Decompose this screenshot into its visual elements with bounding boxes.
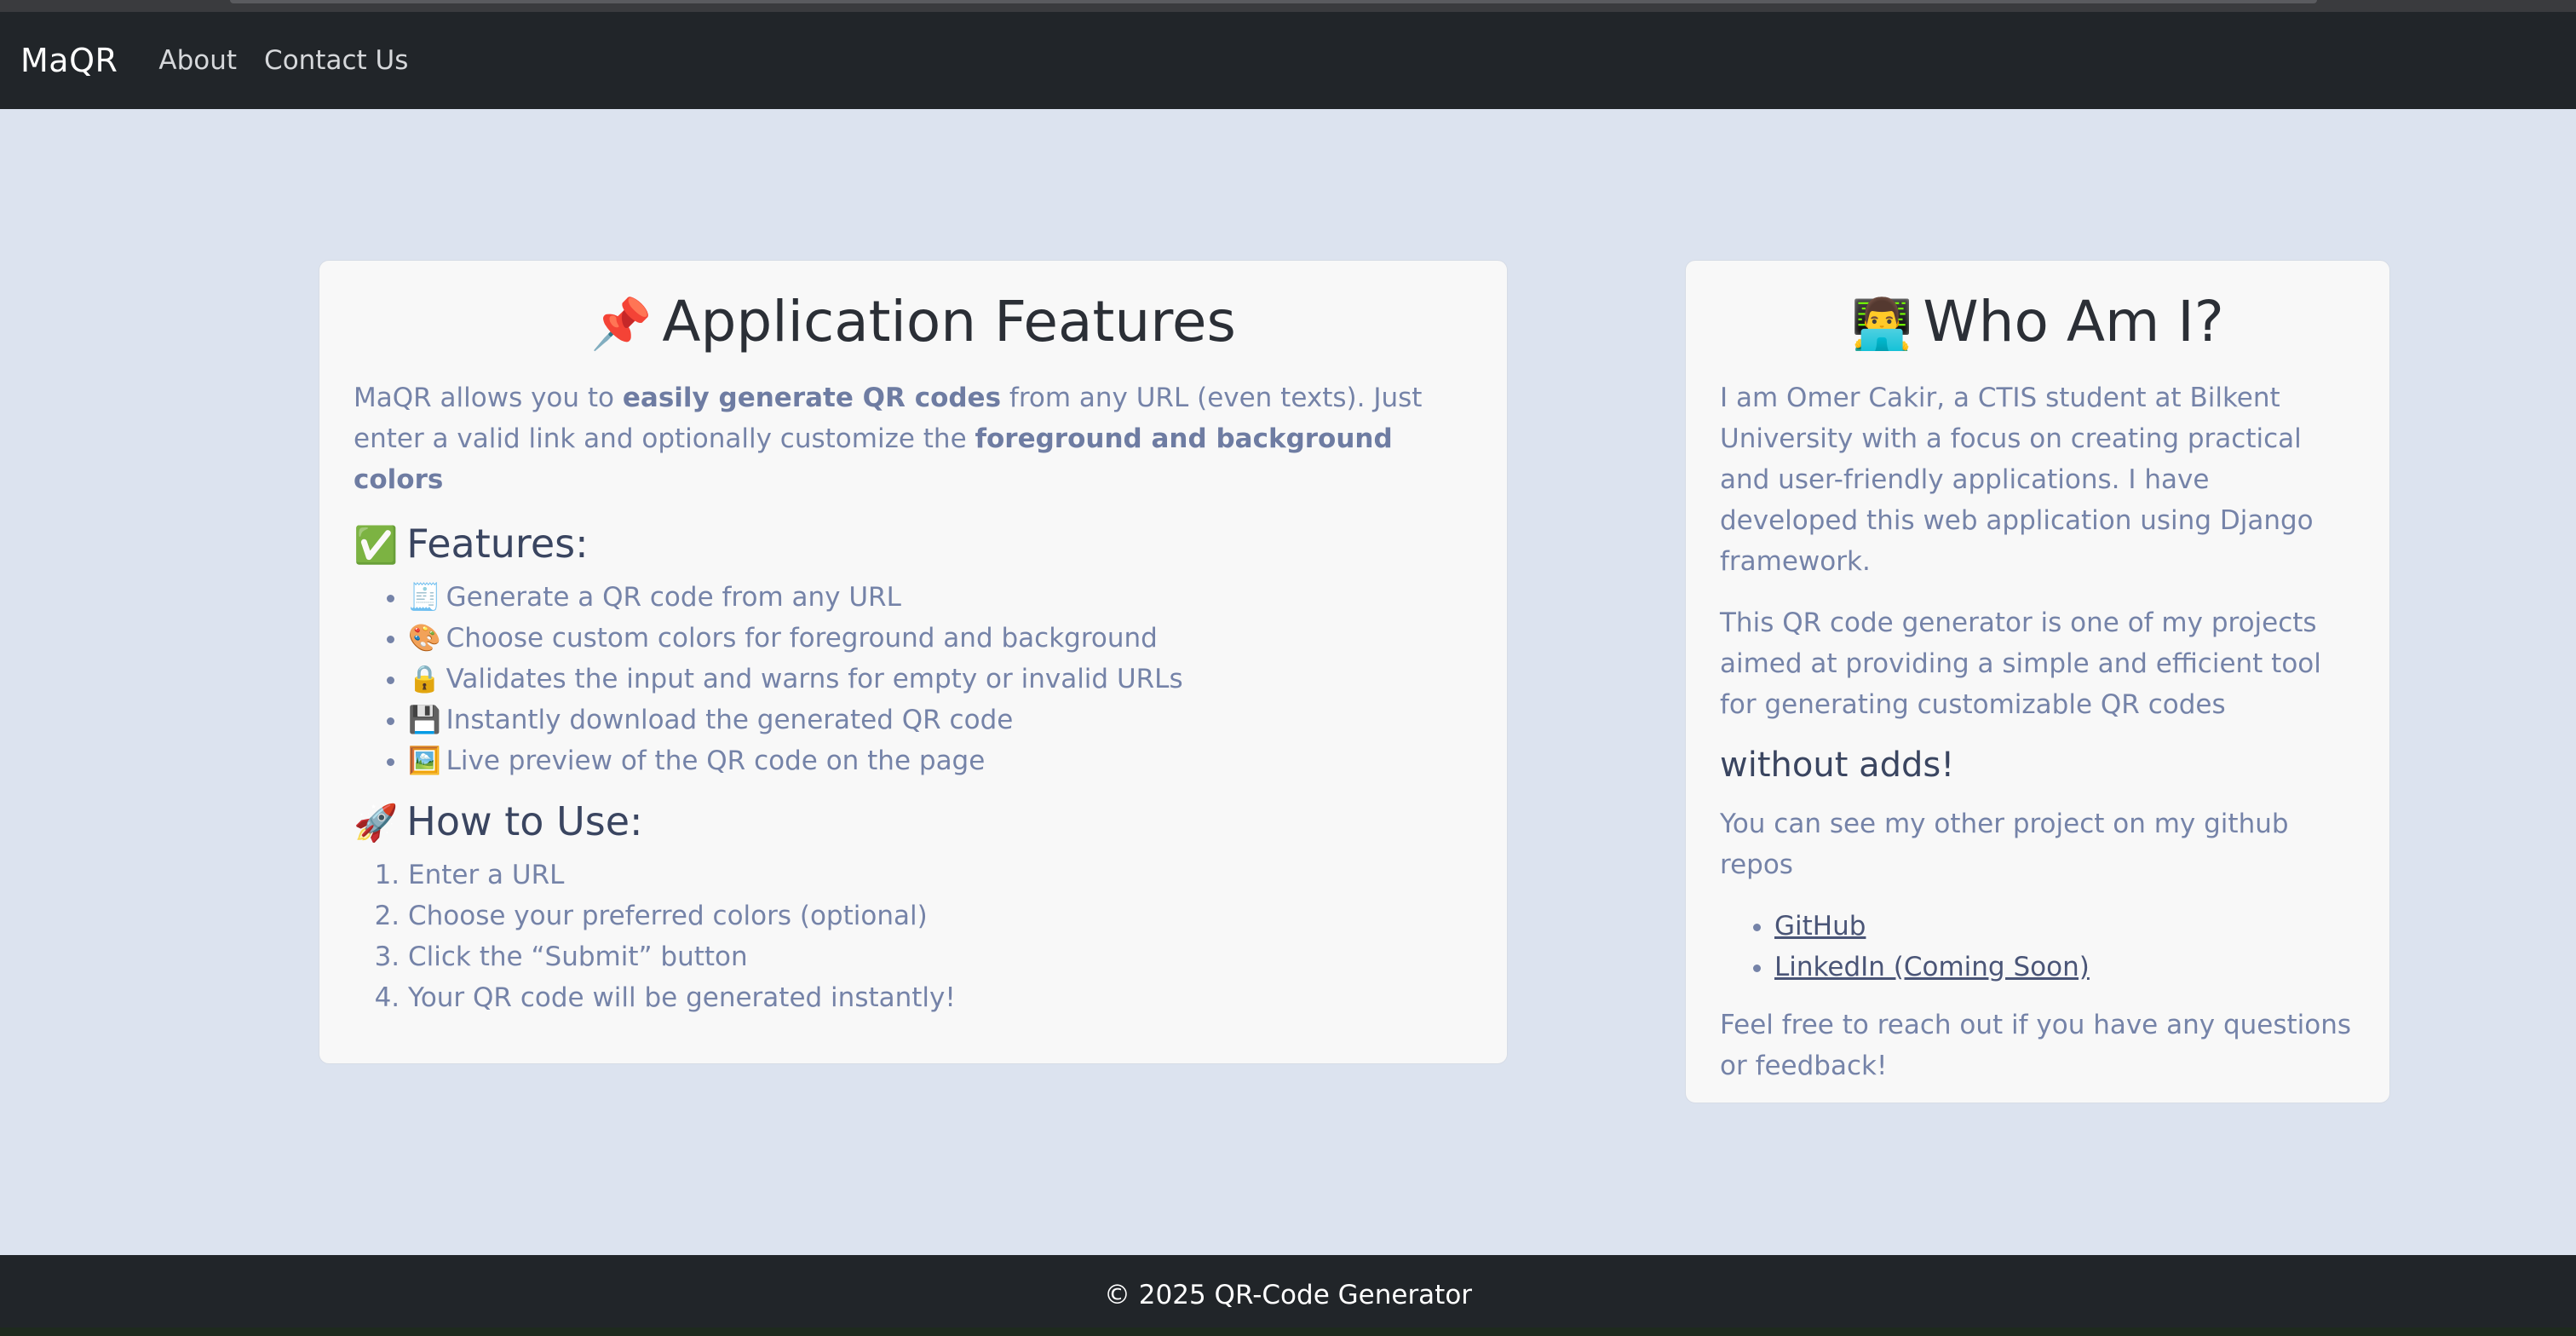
- howto-heading: 🚀 How to Use:: [354, 798, 1473, 844]
- list-item: 🔒Validates the input and warns for empty…: [408, 659, 1473, 700]
- palette-icon: 🎨: [408, 622, 441, 654]
- navbar: MaQR About Contact Us: [0, 12, 2576, 109]
- check-mark-icon: ✅: [354, 523, 399, 566]
- rocket-icon: 🚀: [354, 801, 399, 844]
- features-list: 🧾Generate a QR code from any URL 🎨Choose…: [354, 577, 1473, 781]
- receipt-icon: 🧾: [408, 581, 441, 613]
- desktop-bottom-strip: [0, 1327, 2576, 1336]
- list-item: 🎨Choose custom colors for foreground and…: [408, 618, 1473, 659]
- about-card-title-text: Who Am I?: [1923, 289, 2224, 354]
- nav-link-about[interactable]: About: [158, 45, 237, 76]
- about-para-2: This QR code generator is one of my proj…: [1720, 607, 2321, 720]
- about-para-1: I am Omer Cakir, a CTIS student at Bilke…: [1720, 382, 2314, 577]
- intro-text-1: MaQR allows you to: [354, 382, 623, 413]
- list-item: Click the “Submit” button: [408, 936, 1473, 977]
- lock-icon: 🔒: [408, 663, 441, 694]
- list-item: Choose your preferred colors (optional): [408, 895, 1473, 936]
- features-card-title-text: Application Features: [662, 289, 1236, 354]
- main-content: 📌 Application Features MaQR allows you to…: [0, 109, 2576, 1255]
- features-card: 📌 Application Features MaQR allows you to…: [319, 260, 1508, 1064]
- features-intro: MaQR allows you to easily generate QR co…: [354, 377, 1473, 500]
- feature-text: Generate a QR code from any URL: [446, 581, 901, 613]
- howto-heading-text: How to Use:: [406, 798, 643, 844]
- list-item: Enter a URL: [408, 855, 1473, 895]
- about-card: 👨‍💻 Who Am I? I am Omer Cakir, a CTIS stu…: [1685, 260, 2390, 1103]
- browser-top-strip-inner: [230, 0, 2317, 3]
- features-card-title: 📌 Application Features: [354, 291, 1473, 354]
- about-card-title: 👨‍💻 Who Am I?: [1720, 291, 2355, 354]
- list-item: GitHub: [1774, 906, 2355, 947]
- list-item: Your QR code will be generated instantly…: [408, 977, 1473, 1018]
- about-para-4: Feel free to reach out if you have any q…: [1720, 1009, 2352, 1081]
- feature-text: Validates the input and warns for empty …: [446, 663, 1183, 694]
- floppy-disk-icon: 💾: [408, 704, 441, 735]
- social-links-list: GitHub LinkedIn (Coming Soon): [1720, 906, 2355, 988]
- nav-link-contact[interactable]: Contact Us: [264, 45, 408, 76]
- list-item: LinkedIn (Coming Soon): [1774, 947, 2355, 988]
- feature-text: Instantly download the generated QR code: [446, 704, 1014, 735]
- list-item: 🖼️Live preview of the QR code on the pag…: [408, 740, 1473, 781]
- features-heading-text: Features:: [406, 520, 589, 567]
- technologist-icon: 👨‍💻: [1851, 295, 1913, 353]
- feature-text: Live preview of the QR code on the page: [446, 745, 986, 776]
- about-subheading: without adds!: [1720, 745, 1955, 785]
- intro-bold-1: easily generate QR codes: [622, 382, 1002, 413]
- browser-top-strip: [0, 0, 2576, 12]
- github-link[interactable]: GitHub: [1774, 911, 1866, 942]
- list-item: 💾Instantly download the generated QR cod…: [408, 700, 1473, 740]
- list-item: 🧾Generate a QR code from any URL: [408, 577, 1473, 618]
- footer: © 2025 QR-Code Generator: [0, 1255, 2576, 1327]
- pushpin-icon: 📌: [590, 295, 653, 353]
- about-para-3: You can see my other project on my githu…: [1720, 808, 2289, 880]
- framed-picture-icon: 🖼️: [408, 745, 441, 776]
- features-heading: ✅ Features:: [354, 521, 1473, 567]
- linkedin-link[interactable]: LinkedIn (Coming Soon): [1774, 952, 2090, 982]
- feature-text: Choose custom colors for foreground and …: [446, 622, 1158, 654]
- howto-steps-list: Enter a URL Choose your preferred colors…: [354, 855, 1473, 1018]
- brand-link[interactable]: MaQR: [20, 42, 118, 79]
- footer-text: © 2025 QR-Code Generator: [1103, 1279, 1473, 1310]
